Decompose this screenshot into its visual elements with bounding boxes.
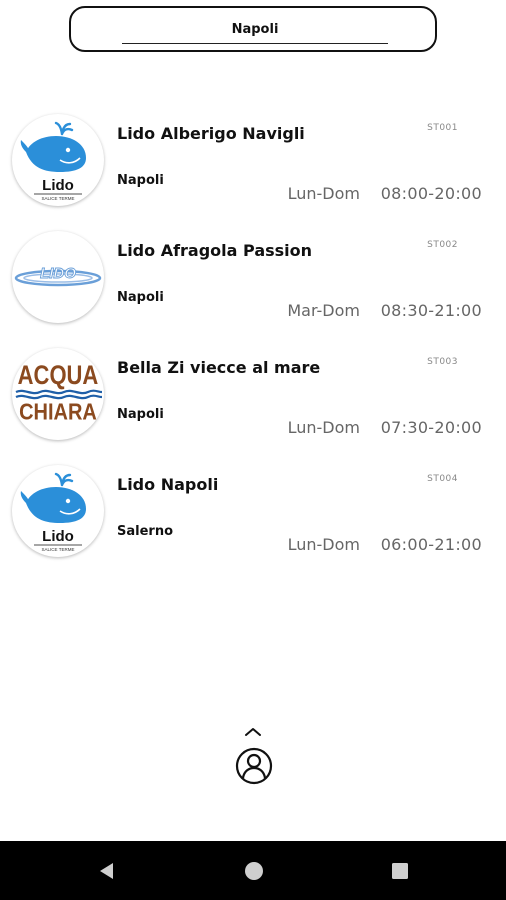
lido-city: Napoli [117, 290, 164, 305]
search-input[interactable] [122, 17, 388, 44]
open-days: Lun-Dom [287, 418, 360, 437]
open-days: Mar-Dom [287, 301, 360, 320]
search-box [69, 6, 437, 52]
list-item[interactable]: LIDO Lido Afragola Passion ST002 Napoli … [0, 227, 506, 327]
user-profile-icon[interactable] [234, 746, 274, 786]
lido-code: ST004 [427, 474, 458, 484]
open-days: Lun-Dom [287, 535, 360, 554]
svg-text:CHIARA: CHIARA [19, 398, 97, 425]
svg-text:Lido: Lido [42, 528, 74, 545]
svg-text:SALICE TERME: SALICE TERME [42, 547, 75, 552]
lido-city: Napoli [117, 173, 164, 188]
list-item[interactable]: Lido SALICE TERME Lido Napoli ST004 Sale… [0, 461, 506, 561]
lido-name: Lido Alberigo Navigli [117, 124, 305, 143]
system-nav-bar [0, 841, 506, 900]
svg-text:SALICE TERME: SALICE TERME [42, 196, 75, 201]
open-hours: 08:00-20:00 [380, 184, 482, 203]
recents-square-icon[interactable] [389, 860, 411, 882]
svg-text:ACQUA: ACQUA [18, 361, 99, 390]
svg-text:LIDO: LIDO [40, 265, 76, 282]
lido-city: Napoli [117, 407, 164, 422]
open-hours: 08:30-21:00 [380, 301, 482, 320]
svg-text:Lido: Lido [42, 177, 74, 194]
home-circle-icon[interactable] [243, 860, 265, 882]
back-triangle-icon[interactable] [95, 860, 117, 882]
lido-code: ST002 [427, 240, 458, 250]
lido-city: Salerno [117, 524, 174, 539]
lido-ring-logo: LIDO [12, 231, 104, 323]
open-hours: 07:30-20:00 [380, 418, 482, 437]
acqua-chiara-logo: ACQUA CHIARA [12, 348, 104, 440]
list-item[interactable]: Lido SALICE TERME Lido Alberigo Navigli … [0, 110, 506, 210]
open-days: Lun-Dom [287, 184, 360, 203]
lido-code: ST001 [427, 123, 458, 133]
lido-name: Lido Napoli [117, 475, 219, 494]
lido-code: ST003 [427, 357, 458, 367]
chevron-up-icon[interactable] [241, 724, 265, 740]
open-hours: 06:00-21:00 [380, 535, 482, 554]
list-item[interactable]: ACQUA CHIARA Bella Zi viecce al mare ST0… [0, 344, 506, 444]
lido-name: Lido Afragola Passion [117, 241, 313, 260]
whale-logo: Lido SALICE TERME [12, 465, 104, 557]
whale-logo: Lido SALICE TERME [12, 114, 104, 206]
lido-name: Bella Zi viecce al mare [117, 358, 321, 377]
